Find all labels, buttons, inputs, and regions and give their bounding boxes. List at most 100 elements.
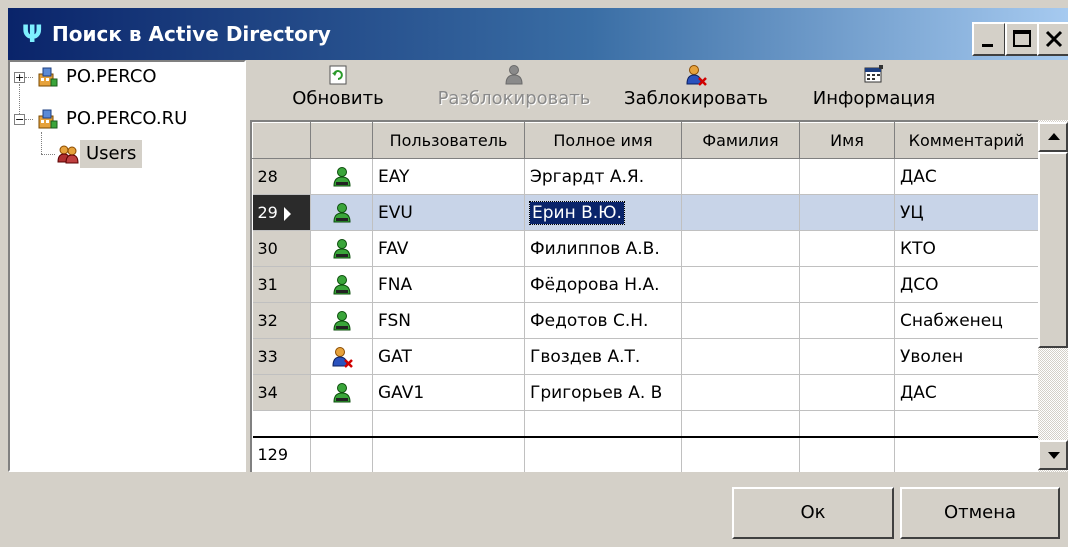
status-cell[interactable]	[310, 158, 373, 195]
cell-comment[interactable]: ДАС	[894, 374, 1039, 411]
cell-fullname[interactable]: Федотов С.Н.	[524, 302, 682, 339]
cell-firstname[interactable]	[799, 374, 895, 411]
cell-user[interactable]: EVU	[372, 194, 525, 231]
row-number[interactable]: 31	[252, 266, 311, 303]
table-row[interactable]: 31 FNA Фёдорова Н.А. ДСО	[252, 266, 1039, 303]
info-icon	[863, 64, 885, 86]
info-button[interactable]: Информация	[806, 60, 942, 120]
cell-fullname[interactable]: Эргардт А.Я.	[524, 158, 682, 195]
close-button[interactable]	[1037, 22, 1068, 56]
domain-icon	[37, 66, 59, 88]
cell-fullname-text: Эргардт А.Я.	[530, 166, 645, 187]
column-header-comment[interactable]: Комментарий	[894, 122, 1039, 159]
cell-comment[interactable]: УЦ	[894, 194, 1039, 231]
cell-fullname-text: Григорьев А. В	[530, 382, 663, 403]
cell-user[interactable]: FNA	[372, 266, 525, 303]
scroll-thumb[interactable]	[1038, 152, 1068, 348]
cell-fullname[interactable]: Гвоздев А.Т.	[524, 338, 682, 375]
cell-firstname[interactable]	[799, 266, 895, 303]
cell-fullname[interactable]: Григорьев А. В	[524, 374, 682, 411]
cell-comment[interactable]: Уволен	[894, 338, 1039, 375]
cell-lastname[interactable]	[681, 302, 800, 339]
cell-user[interactable]: FSN	[372, 302, 525, 339]
scroll-up-button[interactable]	[1038, 122, 1068, 152]
footer-cell	[681, 435, 800, 472]
footer-cell	[524, 435, 682, 472]
table-row[interactable]: 29 EVU Ерин В.Ю. УЦ	[252, 194, 1039, 231]
cell-comment[interactable]: КТО	[894, 230, 1039, 267]
minimize-button[interactable]	[972, 22, 1006, 56]
table-row[interactable]: 28 EAY Эргардт А.Я. ДАС	[252, 158, 1039, 195]
domain-tree[interactable]: + PO.PERCO − PO.PERCO.RU Users	[8, 60, 246, 472]
cell-firstname[interactable]	[799, 230, 895, 267]
tree-item-po-perco-ru[interactable]: − PO.PERCO.RU	[10, 105, 240, 133]
tree-item-po-perco[interactable]: + PO.PERCO	[10, 63, 240, 91]
cell-fullname-text: Фёдорова Н.А.	[530, 274, 660, 295]
collapse-icon[interactable]: −	[14, 114, 25, 125]
row-number-label: 29	[257, 203, 278, 222]
maximize-button[interactable]	[1005, 22, 1039, 56]
cell-firstname[interactable]	[799, 302, 895, 339]
status-cell[interactable]	[310, 266, 373, 303]
table-row[interactable]: 30 FAV Филиппов А.В. КТО	[252, 230, 1039, 267]
cell-user[interactable]: FAV	[372, 230, 525, 267]
header-row: Пользователь Полное имя Фамилия Имя Комм…	[252, 122, 1039, 159]
users-grid[interactable]: Пользователь Полное имя Фамилия Имя Комм…	[250, 120, 1068, 472]
cell-user[interactable]: EAY	[372, 158, 525, 195]
cell-fullname[interactable]: Ерин В.Ю.	[524, 194, 682, 231]
table-row[interactable]: 33 GAT Гвоздев А.Т. Уволен	[252, 338, 1039, 375]
column-header-lastname[interactable]: Фамилия	[681, 122, 800, 159]
row-number[interactable]: 29	[252, 194, 311, 231]
cell-user[interactable]: GAV1	[372, 374, 525, 411]
block-button[interactable]: Заблокировать	[614, 60, 778, 120]
status-cell[interactable]	[310, 302, 373, 339]
vertical-scrollbar[interactable]	[1038, 120, 1068, 472]
table-row[interactable]: 34 GAV1 Григорьев А. В ДАС	[252, 374, 1039, 411]
cell-firstname[interactable]	[799, 158, 895, 195]
status-cell[interactable]	[310, 194, 373, 231]
cell-lastname[interactable]	[681, 374, 800, 411]
refresh-button[interactable]: Обновить	[286, 60, 390, 120]
scroll-down-button[interactable]	[1038, 440, 1068, 470]
cell-firstname[interactable]	[799, 338, 895, 375]
column-header-fullname[interactable]: Полное имя	[524, 122, 682, 159]
row-number[interactable]: 32	[252, 302, 311, 339]
cell-firstname[interactable]	[799, 194, 895, 231]
cell-lastname[interactable]	[681, 230, 800, 267]
arrow-down-icon	[1048, 452, 1060, 459]
cell-fullname[interactable]: Филиппов А.В.	[524, 230, 682, 267]
users-table: Пользователь Полное имя Фамилия Имя Комм…	[252, 122, 1039, 472]
empty-cell	[252, 410, 311, 437]
cell-fullname[interactable]: Фёдорова Н.А.	[524, 266, 682, 303]
expand-icon[interactable]: +	[14, 72, 25, 83]
status-cell[interactable]	[310, 374, 373, 411]
cell-lastname[interactable]	[681, 194, 800, 231]
row-number[interactable]: 28	[252, 158, 311, 195]
table-row[interactable]: 32 FSN Федотов С.Н. Снабженец	[252, 302, 1039, 339]
row-number[interactable]: 30	[252, 230, 311, 267]
cell-user-text: EVU	[378, 202, 413, 223]
unblock-button[interactable]: Разблокировать	[428, 60, 600, 120]
row-number[interactable]: 33	[252, 338, 311, 375]
footer-cell	[372, 435, 525, 472]
cancel-button[interactable]: Отмена	[900, 487, 1060, 539]
row-number[interactable]: 34	[252, 374, 311, 411]
status-cell[interactable]	[310, 230, 373, 267]
cell-comment[interactable]: ДСО	[894, 266, 1039, 303]
cell-lastname[interactable]	[681, 266, 800, 303]
dialog-footer: Ок Отмена	[0, 472, 1068, 547]
ok-button[interactable]: Ок	[732, 487, 894, 539]
column-header-user[interactable]: Пользователь	[372, 122, 525, 159]
title-bar[interactable]: Ψ Поиск в Active Directory	[8, 8, 1068, 60]
cell-comment[interactable]: Снабженец	[894, 302, 1039, 339]
cell-user[interactable]: GAT	[372, 338, 525, 375]
block-label: Заблокировать	[624, 88, 768, 109]
tree-item-users[interactable]: Users	[10, 140, 240, 168]
cell-lastname[interactable]	[681, 158, 800, 195]
window-title: Поиск в Active Directory	[52, 22, 331, 46]
cell-lastname[interactable]	[681, 338, 800, 375]
status-cell[interactable]	[310, 338, 373, 375]
row-number-label: 30	[257, 239, 278, 258]
column-header-firstname[interactable]: Имя	[799, 122, 895, 159]
cell-comment[interactable]: ДАС	[894, 158, 1039, 195]
